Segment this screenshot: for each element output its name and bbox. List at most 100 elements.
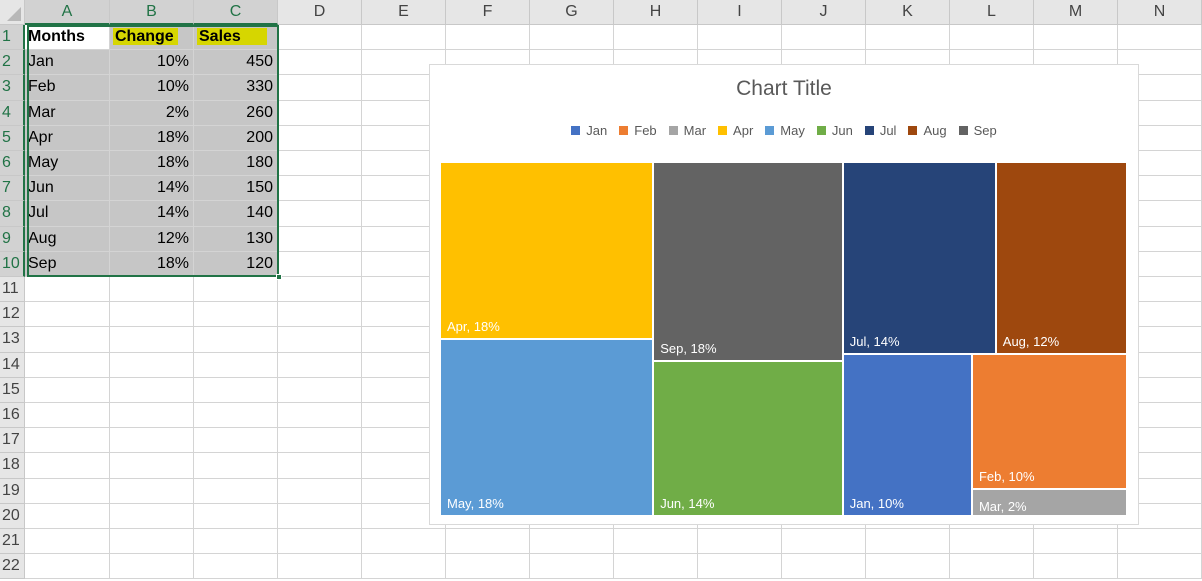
cell-h21[interactable] <box>614 529 698 555</box>
cell-m1[interactable] <box>1034 25 1118 51</box>
cell-c8[interactable]: 140 <box>194 201 278 227</box>
row-header-8[interactable]: 8 <box>0 201 25 227</box>
legend-item-mar[interactable]: Mar <box>668 123 706 138</box>
cell-c13[interactable] <box>194 327 278 353</box>
column-header-j[interactable]: J <box>782 0 866 25</box>
row-header-1[interactable]: 1 <box>0 25 25 51</box>
row-header-5[interactable]: 5 <box>0 125 25 151</box>
cell-a9[interactable]: Aug <box>25 226 110 252</box>
cell-j1[interactable] <box>782 25 866 51</box>
legend-item-sep[interactable]: Sep <box>958 123 997 138</box>
cell-d14[interactable] <box>278 352 362 378</box>
cell-b3[interactable]: 10% <box>110 75 194 101</box>
treemap-tile-may[interactable]: May, 18% <box>440 339 654 516</box>
cell-l22[interactable] <box>950 554 1034 580</box>
cell-a2[interactable]: Jan <box>25 50 110 76</box>
cell-d13[interactable] <box>278 327 362 353</box>
cell-d7[interactable] <box>278 176 362 202</box>
cell-a1[interactable]: Months <box>25 25 110 51</box>
cell-a7[interactable]: Jun <box>25 176 110 202</box>
column-header-f[interactable]: F <box>446 0 530 25</box>
column-header-d[interactable]: D <box>278 0 362 25</box>
chart-legend[interactable]: Jan Feb Mar Apr May Jun Jul Aug Sep <box>430 123 1138 138</box>
cell-n1[interactable] <box>1118 25 1202 51</box>
cell-i22[interactable] <box>698 554 782 580</box>
treemap-tile-sep[interactable]: Sep, 18% <box>653 162 843 362</box>
row-header-21[interactable]: 21 <box>0 529 25 555</box>
legend-item-jun[interactable]: Jun <box>816 123 853 138</box>
cell-b10[interactable]: 18% <box>110 251 194 277</box>
row-header-7[interactable]: 7 <box>0 176 25 202</box>
row-header-10[interactable]: 10 <box>0 251 25 277</box>
row-header-6[interactable]: 6 <box>0 151 25 177</box>
cell-g1[interactable] <box>530 25 614 51</box>
cell-a6[interactable]: May <box>25 151 110 177</box>
cell-c15[interactable] <box>194 377 278 403</box>
cell-m22[interactable] <box>1034 554 1118 580</box>
cell-b13[interactable] <box>110 327 194 353</box>
legend-item-may[interactable]: May <box>765 123 805 138</box>
cell-c12[interactable] <box>194 302 278 328</box>
cell-c18[interactable] <box>194 453 278 479</box>
select-all-button[interactable] <box>0 0 25 25</box>
cell-b2[interactable]: 10% <box>110 50 194 76</box>
cell-d3[interactable] <box>278 75 362 101</box>
cell-l21[interactable] <box>950 529 1034 555</box>
cell-b7[interactable]: 14% <box>110 176 194 202</box>
cell-i21[interactable] <box>698 529 782 555</box>
cell-b19[interactable] <box>110 478 194 504</box>
cell-a3[interactable]: Feb <box>25 75 110 101</box>
cell-f1[interactable] <box>446 25 530 51</box>
cell-d18[interactable] <box>278 453 362 479</box>
cell-b18[interactable] <box>110 453 194 479</box>
cell-e21[interactable] <box>362 529 446 555</box>
row-header-4[interactable]: 4 <box>0 100 25 126</box>
column-header-n[interactable]: N <box>1118 0 1202 25</box>
cell-d1[interactable] <box>278 25 362 51</box>
cell-b8[interactable]: 14% <box>110 201 194 227</box>
cell-d8[interactable] <box>278 201 362 227</box>
row-header-13[interactable]: 13 <box>0 327 25 353</box>
cell-b9[interactable]: 12% <box>110 226 194 252</box>
cell-b17[interactable] <box>110 428 194 454</box>
cell-a10[interactable]: Sep <box>25 251 110 277</box>
cell-c4[interactable]: 260 <box>194 100 278 126</box>
cell-j22[interactable] <box>782 554 866 580</box>
cell-a17[interactable] <box>25 428 110 454</box>
chart-plot-area[interactable]: Apr, 18% May, 18% Sep, 18% Jun, 14% Jul, 14%… <box>440 162 1127 516</box>
cell-a11[interactable] <box>25 277 110 303</box>
cell-c9[interactable]: 130 <box>194 226 278 252</box>
legend-item-apr[interactable]: Apr <box>718 123 753 138</box>
cell-a16[interactable] <box>25 403 110 429</box>
cell-d17[interactable] <box>278 428 362 454</box>
cell-c11[interactable] <box>194 277 278 303</box>
cell-c3[interactable]: 330 <box>194 75 278 101</box>
cell-d20[interactable] <box>278 503 362 529</box>
legend-item-jan[interactable]: Jan <box>571 123 607 138</box>
legend-item-feb[interactable]: Feb <box>619 123 657 138</box>
row-header-18[interactable]: 18 <box>0 453 25 479</box>
row-header-19[interactable]: 19 <box>0 478 25 504</box>
cell-d16[interactable] <box>278 403 362 429</box>
cell-d22[interactable] <box>278 554 362 580</box>
row-header-11[interactable]: 11 <box>0 277 25 303</box>
cell-b11[interactable] <box>110 277 194 303</box>
cell-c10[interactable]: 120 <box>194 251 278 277</box>
row-header-2[interactable]: 2 <box>0 50 25 76</box>
cell-d12[interactable] <box>278 302 362 328</box>
cell-a4[interactable]: Mar <box>25 100 110 126</box>
column-header-h[interactable]: H <box>614 0 698 25</box>
treemap-tile-jan[interactable]: Jan, 10% <box>842 353 972 516</box>
cell-c1[interactable]: Sales <box>194 25 278 51</box>
row-header-14[interactable]: 14 <box>0 352 25 378</box>
cell-a20[interactable] <box>25 503 110 529</box>
cell-d11[interactable] <box>278 277 362 303</box>
row-header-16[interactable]: 16 <box>0 403 25 429</box>
column-header-g[interactable]: G <box>530 0 614 25</box>
cell-b15[interactable] <box>110 377 194 403</box>
column-header-a[interactable]: A <box>25 0 110 25</box>
cell-g22[interactable] <box>530 554 614 580</box>
cell-c22[interactable] <box>194 554 278 580</box>
cell-k22[interactable] <box>866 554 950 580</box>
row-header-17[interactable]: 17 <box>0 428 25 454</box>
